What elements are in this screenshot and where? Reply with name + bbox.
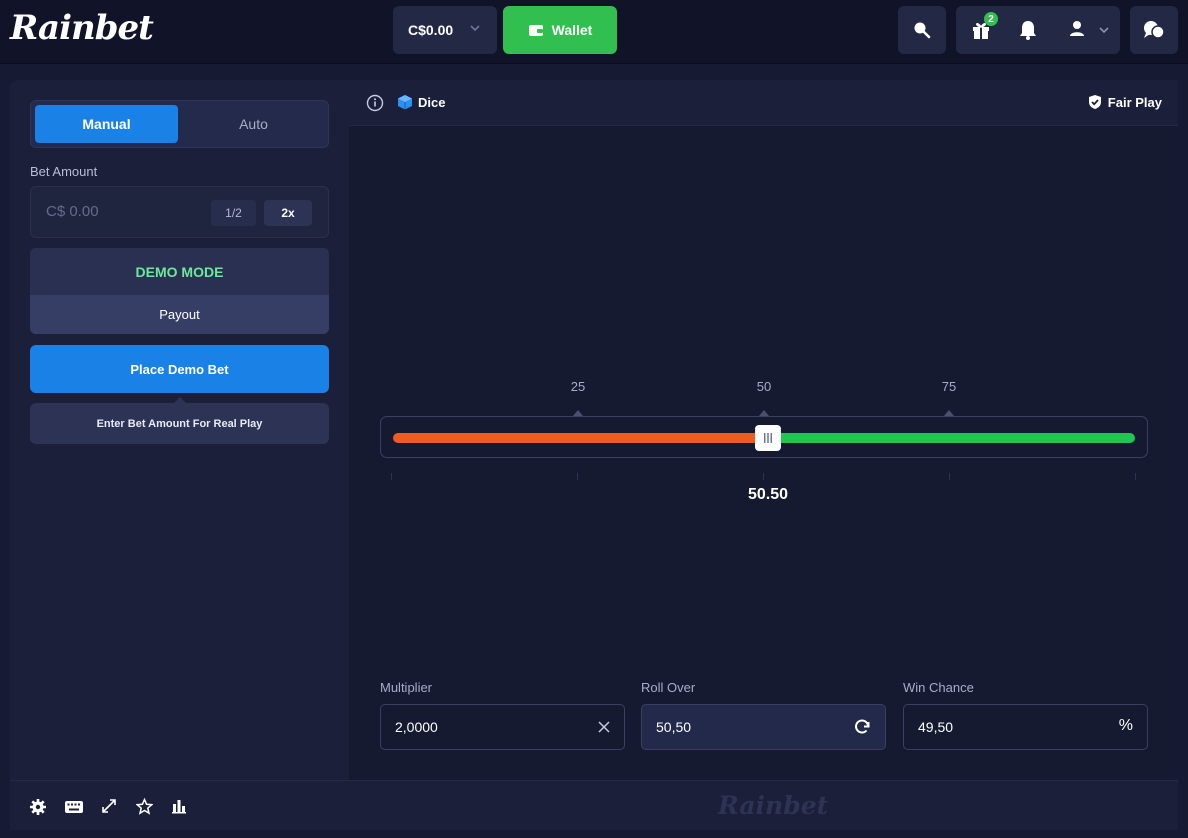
roll-over-value: 50,50 (656, 719, 692, 735)
balance-value: C$0.00 (408, 22, 454, 38)
bet-amount-input[interactable]: C$ 0.00 (46, 203, 99, 220)
tick-label-50: 50 (756, 379, 772, 394)
stats-icon[interactable] (171, 798, 187, 814)
roll-over-field[interactable]: 50,50 (641, 704, 886, 750)
scale-tick (949, 473, 950, 480)
multiplier-field[interactable]: 2,0000 (380, 704, 625, 750)
percent-symbol: % (1118, 717, 1133, 734)
keyboard-icon[interactable] (64, 798, 84, 814)
star-icon[interactable] (136, 798, 153, 815)
chat-icon (1144, 21, 1165, 39)
tick-label-75: 75 (941, 379, 957, 394)
user-menu-chevron-icon[interactable] (1098, 24, 1110, 36)
bet-controls-panel: Manual Auto Bet Amount C$ 0.00 1/2 2x DE… (10, 80, 349, 780)
chat-button[interactable] (1130, 6, 1178, 54)
auto-tab[interactable]: Auto (182, 105, 325, 143)
fair-play-label: Fair Play (1107, 94, 1162, 110)
bet-mode-toggle: Manual Auto (30, 100, 329, 148)
dice-icon (398, 95, 412, 110)
wallet-label: Wallet (551, 22, 593, 38)
game-footer-toolbar: Rainbet (10, 780, 1178, 830)
roll-slider[interactable] (380, 416, 1148, 458)
demo-mode-label: DEMO MODE (30, 248, 329, 295)
expand-icon[interactable] (101, 798, 117, 814)
notification-count-badge: 2 (984, 12, 998, 26)
scale-tick (763, 473, 764, 480)
payout-label: Payout (30, 295, 329, 334)
half-bet-button[interactable]: 1/2 (211, 200, 256, 226)
double-bet-button[interactable]: 2x (264, 200, 312, 226)
scale-tick (391, 473, 392, 480)
win-chance-field[interactable]: 49,50 % (903, 704, 1148, 750)
scale-tick (577, 473, 578, 480)
wallet-button[interactable]: Wallet (503, 6, 617, 54)
bet-amount-label: Bet Amount (30, 164, 98, 179)
header-actions-group: 2 (956, 6, 1120, 54)
win-range-track (767, 433, 1135, 443)
win-chance-value: 49,50 (918, 719, 954, 735)
wallet-icon (528, 25, 543, 36)
roll-over-label: Roll Over (641, 680, 696, 695)
manual-tab[interactable]: Manual (35, 105, 178, 143)
search-button[interactable] (898, 6, 946, 54)
game-header: Dice Fair Play (349, 80, 1178, 126)
chevron-down-icon (470, 25, 480, 32)
info-icon[interactable] (366, 94, 384, 112)
clear-icon[interactable] (598, 721, 610, 733)
place-demo-bet-button[interactable]: Place Demo Bet (30, 345, 329, 393)
bell-icon[interactable] (1018, 19, 1038, 41)
top-header: Rainbet C$0.00 Wallet 2 (0, 0, 1188, 64)
search-icon (914, 22, 931, 39)
tick-label-25: 25 (570, 379, 586, 394)
win-chance-label: Win Chance (903, 680, 974, 695)
fair-play-button[interactable]: Fair Play (1088, 94, 1162, 110)
slider-handle[interactable] (754, 425, 781, 451)
multiplier-value: 2,0000 (395, 719, 438, 735)
refresh-icon[interactable] (853, 718, 871, 736)
rainbet-logo[interactable]: Rainbet (10, 8, 154, 48)
dice-game-area: Dice Fair Play 25 50 75 50.50 Multiplier (349, 80, 1178, 780)
demo-mode-panel: DEMO MODE Payout (30, 248, 329, 334)
game-title: Dice (418, 95, 446, 110)
real-play-hint: Enter Bet Amount For Real Play (30, 397, 329, 444)
lose-range-track (393, 433, 768, 443)
grip-icon (763, 433, 772, 443)
footer-logo: Rainbet (718, 791, 829, 820)
slider-value: 50.50 (747, 486, 789, 503)
balance-selector[interactable]: C$0.00 (393, 6, 497, 54)
bet-amount-field: C$ 0.00 1/2 2x (30, 186, 329, 238)
scale-tick (1135, 473, 1136, 480)
gear-icon[interactable] (29, 798, 47, 816)
user-icon[interactable] (1069, 20, 1085, 38)
shield-check-icon (1088, 95, 1101, 109)
multiplier-label: Multiplier (380, 680, 433, 695)
